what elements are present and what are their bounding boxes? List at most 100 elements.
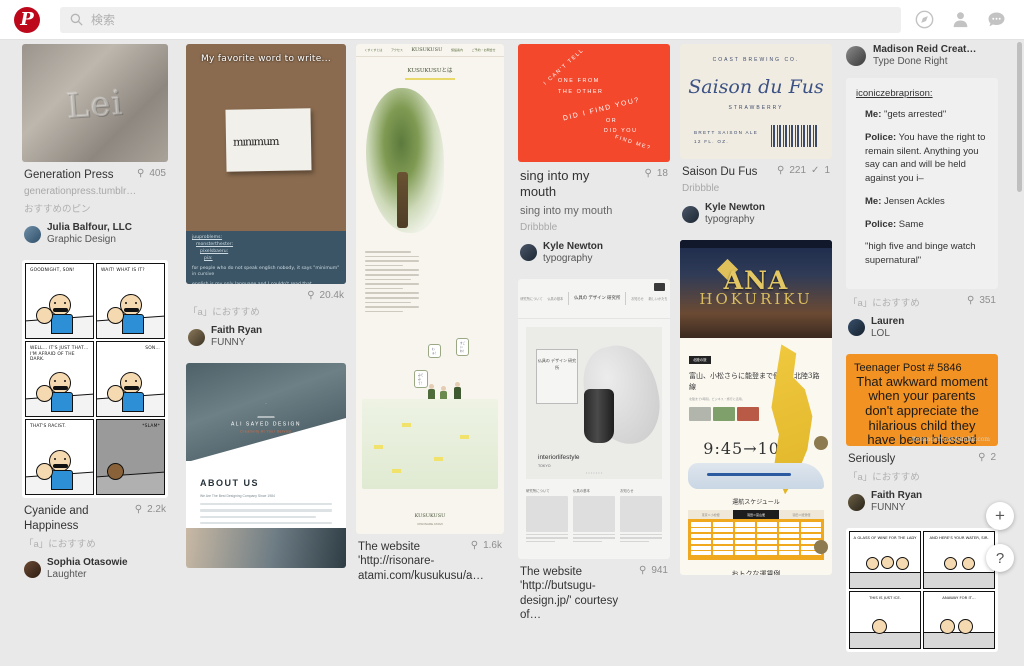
pin-image[interactable]: 研究所について 仏具の基本 仏具の デザイン 研究所 お知らせ 新しいかたち 仏…	[518, 279, 670, 559]
comic-panel: ANAWAY FOR IT…	[923, 591, 995, 649]
nav-item[interactable]: 仏具の基本	[547, 296, 563, 301]
profile-icon[interactable]	[951, 10, 970, 29]
pinterest-logo[interactable]: P	[14, 7, 40, 33]
avatar[interactable]	[24, 561, 41, 578]
scrollbar[interactable]	[1017, 42, 1022, 192]
pin-image[interactable]: GOODNIGHT, SON! WAIT! WHAT IS IT? WELL… …	[22, 260, 168, 498]
pin-image[interactable]: Lei	[22, 44, 168, 162]
nav-item[interactable]: アクセス	[391, 48, 403, 52]
help-button[interactable]: ?	[986, 544, 1014, 572]
like-icon: ✓	[811, 165, 819, 176]
pin-count-icon: ⚲	[967, 295, 974, 306]
hero-body: 北陸の旅 北陸の旅 北陸の旅 富山、小松さらに能登まで便利な北陸3路線 北陸まで…	[680, 338, 832, 431]
user-name: Faith Ryan	[871, 490, 922, 502]
pin-user[interactable]: Kyle Newton typography	[682, 202, 830, 226]
tumblr-body: for people who do not speak english nobo…	[192, 266, 340, 280]
nav-item[interactable]: 新しいかたち	[649, 296, 668, 301]
board-name: Graphic Design	[47, 234, 132, 246]
pin-image[interactable]: iconiczebraprison: Me: "gets arrested" P…	[846, 78, 998, 289]
pin-user[interactable]: Sophia Otasowie Laughter	[24, 557, 166, 581]
pin-image[interactable]: I CAN'T TELL ONE FROM THE OTHER DID I FI…	[518, 44, 670, 162]
pin-image[interactable]: ALI SAYED DESIGN Creativity At Your Serv…	[186, 363, 346, 568]
avatar[interactable]	[188, 329, 205, 346]
schedule-tab[interactable]: 羽田＝能登便	[779, 510, 824, 519]
pin-minimum-tumblr[interactable]: My favorite word to write... mınımum juu…	[186, 44, 346, 349]
pin-image[interactable]: A GLASS OF WINE FOR THE LADY AND HERE'S …	[846, 528, 998, 652]
pin-title: sing into my mouth	[520, 168, 624, 201]
pin-supernatural-tumblr[interactable]: iconiczebraprison: Me: "gets arrested" P…	[846, 78, 998, 340]
comic-panel: AND HERE'S YOUR WATER, SIR.	[923, 531, 995, 589]
like-count: 1	[824, 165, 830, 176]
vessel-photo	[584, 389, 614, 443]
pin-user[interactable]: Julia Balfour, LLC Graphic Design	[24, 222, 166, 246]
footer-logo: KUSUKUSU	[364, 513, 496, 519]
avatar[interactable]	[848, 494, 865, 511]
pin-kusukusu-website[interactable]: くすくすとは アクセス KUSUKUSU 施設案内 ご予約・お問合せ KUSUK…	[356, 44, 504, 583]
comic-panel: WAIT! WHAT IS IT?	[96, 263, 165, 339]
pin-stats: ⚲ 351	[967, 295, 996, 306]
tumblr-reblog-chain: juuproblems: monsterthester: pixelsbaeru…	[186, 231, 346, 284]
content-card[interactable]: お知らせ	[620, 488, 662, 542]
pin-image[interactable]: ANA HOKURIKU 北陸の旅 北陸の旅 北陸の旅 富山、小松さらに能登まで…	[680, 240, 832, 575]
art-word: DID I FIND YOU?	[562, 97, 640, 123]
avatar[interactable]	[520, 244, 537, 261]
sing-typography-artwork: I CAN'T TELL ONE FROM THE OTHER DID I FI…	[518, 44, 670, 162]
pin-cyanide-happiness-2[interactable]: A GLASS OF WINE FOR THE LADY AND HERE'S …	[846, 528, 998, 652]
pin-meta: sing into my mouth ⚲ 18 sing into my mou…	[518, 162, 670, 265]
pin-user[interactable]: Lauren LOL	[848, 316, 996, 340]
nav-item[interactable]: 施設案内	[451, 48, 463, 52]
pin-generation-press[interactable]: Lei Generation Press ⚲ 405 generationpre…	[22, 44, 168, 246]
pin-source[interactable]: Dribbble	[520, 221, 668, 234]
pin-user[interactable]: Faith Ryan FUNNY	[848, 490, 996, 514]
avatar[interactable]	[848, 319, 865, 336]
schedule-tab[interactable]: 東京＝小松便	[688, 510, 733, 519]
pin-count-icon: ⚲	[135, 504, 142, 515]
pin-sing-into-my-mouth[interactable]: I CAN'T TELL ONE FROM THE OTHER DID I FI…	[518, 44, 670, 265]
pin-image[interactable]: COAST BREWING CO. Saison du Fus STRAWBER…	[680, 44, 832, 159]
pin-user[interactable]: Faith Ryan FUNNY	[188, 325, 344, 349]
nav-item[interactable]: 研究所について	[520, 296, 542, 301]
content-card[interactable]: 仏具の基本	[573, 488, 615, 542]
compass-icon[interactable]	[915, 10, 934, 29]
add-pin-button[interactable]: +	[986, 502, 1014, 530]
schedule-tabs[interactable]: 東京＝小松便 羽田＝富山便 羽田＝能登便	[688, 510, 824, 519]
avatar[interactable]	[846, 46, 866, 66]
tumblr-line: "high five and binge watch supernatural"	[865, 240, 988, 268]
avatar[interactable]	[682, 206, 699, 223]
pin-saison-du-fus[interactable]: COAST BREWING CO. Saison du Fus STRAWBER…	[680, 44, 832, 226]
carousel-dots[interactable]: • • • • • • •	[526, 470, 662, 475]
nav-item[interactable]: ご予約・お問合せ	[472, 48, 496, 52]
airplane-photo	[688, 463, 824, 489]
pin-image[interactable]: My favorite word to write... mınımum juu…	[186, 44, 346, 284]
cyanide-comic-2-artwork: A GLASS OF WINE FOR THE LADY AND HERE'S …	[846, 528, 998, 652]
board-owner-header[interactable]: Madison Reid Creat… Type Done Right	[846, 44, 998, 68]
pin-image[interactable]: くすくすとは アクセス KUSUKUSU 施設案内 ご予約・お問合せ KUSUK…	[356, 44, 504, 534]
tumblr-user: monsterthester:	[196, 242, 233, 247]
schedule-tab-active[interactable]: 羽田＝富山便	[733, 510, 778, 519]
tumblr-user: iconiczebraprison:	[856, 88, 988, 99]
nav-item[interactable]: くすくすとは	[364, 48, 382, 52]
pin-count: 351	[979, 295, 996, 306]
pin-column-3: くすくすとは アクセス KUSUKUSU 施設案内 ご予約・お問合せ KUSUK…	[356, 44, 504, 597]
pin-teenager-post[interactable]: Teenager Post # 5846 That awkward moment…	[846, 354, 998, 514]
content-card[interactable]: 研究所について	[526, 488, 568, 542]
pin-cyanide-happiness[interactable]: GOODNIGHT, SON! WAIT! WHAT IS IT? WELL… …	[22, 260, 168, 581]
messages-icon[interactable]	[987, 10, 1006, 29]
nav-item[interactable]: お知らせ	[631, 296, 644, 301]
comic-caption: ANAWAY FOR IT…	[924, 592, 994, 601]
pin-ali-sayed-design[interactable]: ALI SAYED DESIGN Creativity At Your Serv…	[186, 363, 346, 568]
avatar[interactable]	[24, 226, 41, 243]
pin-column-4: I CAN'T TELL ONE FROM THE OTHER DID I FI…	[518, 44, 670, 636]
triangle-logo-icon	[257, 403, 275, 418]
pin-count-icon: ⚲	[137, 168, 144, 179]
pin-image[interactable]: Teenager Post # 5846 That awkward moment…	[846, 354, 998, 446]
pin-source[interactable]: Dribbble	[682, 182, 830, 195]
pin-count-icon: ⚲	[639, 565, 646, 576]
pin-source[interactable]: generationpress.tumblr…	[24, 185, 166, 198]
pin-butsugu-design[interactable]: 研究所について 仏具の基本 仏具の デザイン 研究所 お知らせ 新しいかたち 仏…	[518, 279, 670, 623]
pin-ana-hokuriku[interactable]: ANA HOKURIKU 北陸の旅 北陸の旅 北陸の旅 富山、小松さらに能登まで…	[680, 240, 832, 575]
search-input[interactable]: 検索	[60, 7, 901, 33]
pin-meta: Generation Press ⚲ 405 generationpress.t…	[22, 162, 168, 246]
map-pin: 北陸の旅	[825, 378, 832, 396]
pin-user[interactable]: Kyle Newton typography	[520, 241, 668, 265]
